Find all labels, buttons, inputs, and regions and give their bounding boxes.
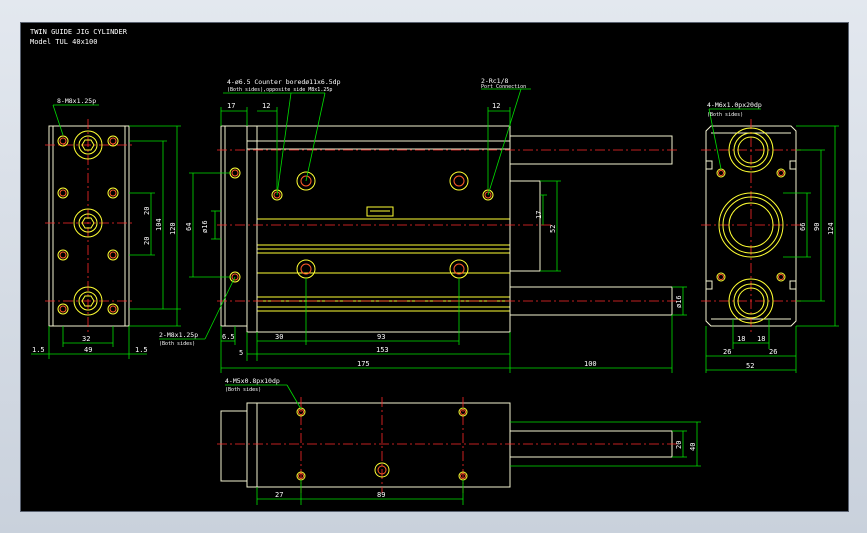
dim-93: 93: [377, 333, 385, 341]
dim-124: 124: [827, 222, 835, 235]
dim-175: 175: [357, 360, 370, 368]
left-callout: 8-M8x1.25p: [57, 97, 96, 105]
dim-32: 32: [82, 335, 90, 343]
dim-66: 66: [799, 223, 807, 231]
drawing-canvas[interactable]: TWIN GUIDE JIG CYLINDER Model TUL 40x100: [21, 23, 848, 511]
bottom-view: 4-M5x0.8px10dp (Both sides) 27 89 20 40: [217, 377, 701, 505]
front-rod-cover: [509, 180, 541, 272]
dim-52-front: 52: [549, 225, 557, 233]
port-callout-sub: Port Connection: [481, 84, 526, 90]
bottom-body: [246, 402, 511, 488]
dim-18a: 18: [737, 335, 745, 343]
tapped-callout-sub: (Both sides): [159, 341, 195, 347]
dim-d16: ø16: [201, 220, 209, 233]
title-block: TWIN GUIDE JIG CYLINDER Model TUL 40x100: [30, 28, 128, 46]
dim-30: 30: [275, 333, 283, 341]
right-callout-sub: (Both sides): [707, 112, 743, 118]
drawing-title: TWIN GUIDE JIG CYLINDER: [30, 28, 128, 36]
dim-17: 17: [227, 102, 235, 110]
tapped-callout: 2-M8x1.25p: [159, 331, 198, 339]
dim-18b: 18: [757, 335, 765, 343]
bottom-end-plate: [220, 410, 248, 482]
dim-153: 153: [376, 346, 389, 354]
dim-1-5-left: 1.5: [32, 346, 45, 354]
dim-12a: 12: [262, 102, 270, 110]
dim-26a: 26: [723, 348, 731, 356]
dim-6-5: 6.5: [222, 333, 235, 341]
dim-40-bottom: 40: [689, 443, 697, 451]
counterbore-callout-sub: (Both sides),opposite side M8x1.25p: [227, 87, 332, 93]
right-end-view: 4-M6x1.0px20dp (Both sides) 18 18 26 26 …: [701, 101, 839, 373]
dim-27: 27: [275, 491, 283, 499]
dim-12b: 12: [492, 102, 500, 110]
dim-64: 64: [185, 223, 193, 231]
bottom-callout-sub: (Both sides): [225, 387, 261, 393]
dim-120: 120: [169, 222, 177, 235]
dim-1-5-right: 1.5: [135, 346, 148, 354]
dim-89: 89: [377, 491, 385, 499]
dim-26b: 26: [769, 348, 777, 356]
dim-52-right: 52: [746, 362, 754, 370]
dim-90: 90: [813, 223, 821, 231]
dim-20b: 20: [143, 237, 151, 245]
dim-20-bottom: 20: [675, 441, 683, 449]
front-view: 4-ø6.5 Counter boredø11x6.5dp (Both side…: [159, 77, 687, 373]
counterbore-callout: 4-ø6.5 Counter boredø11x6.5dp: [227, 78, 341, 86]
dim-20a: 20: [143, 207, 151, 215]
dim-d16-rod: ø16: [675, 295, 683, 308]
dim-100: 100: [584, 360, 597, 368]
left-end-view: 8-M8x1.25p 32 49 1.5 1.5 20 20 104 120: [31, 97, 181, 359]
dim-5: 5: [239, 349, 243, 357]
dim-49: 49: [84, 346, 92, 354]
right-callout: 4-M6x1.0px20dp: [707, 101, 762, 109]
drawing-model: Model TUL 40x100: [30, 38, 97, 46]
bottom-callout: 4-M5x0.8px10dp: [225, 377, 280, 385]
dim-104: 104: [155, 218, 163, 231]
cad-viewport[interactable]: TWIN GUIDE JIG CYLINDER Model TUL 40x100: [20, 22, 849, 512]
dim-17-front: 17: [535, 211, 543, 219]
